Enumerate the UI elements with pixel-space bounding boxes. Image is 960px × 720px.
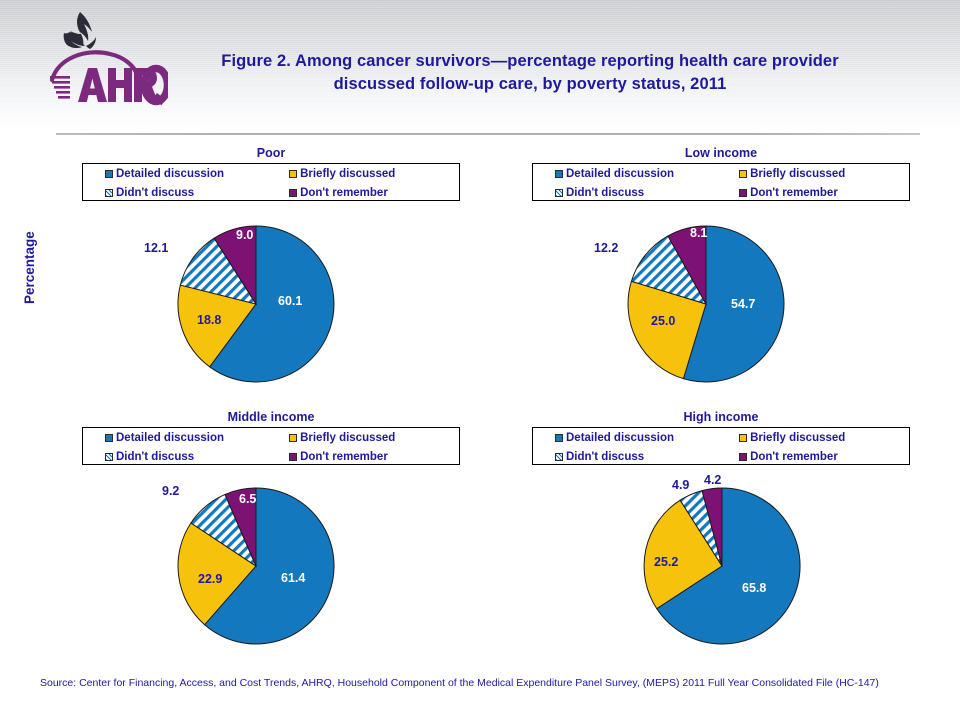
legend-label-detailed: Detailed discussion — [116, 431, 225, 444]
legend-item-didnt[interactable]: Didn't discuss — [555, 187, 739, 199]
legend-poor: Detailed discussion Briefly discussed Di… — [82, 163, 460, 201]
pie-value-didnt: 12.1 — [144, 241, 169, 255]
legend-swatch-briefly-icon — [289, 433, 298, 442]
legend-low-income: Detailed discussion Briefly discussed Di… — [532, 163, 910, 201]
legend-item-dont-remember[interactable]: Don't remember — [739, 451, 909, 463]
legend-label-dont-remember: Don't remember — [750, 186, 838, 199]
legend-item-didnt[interactable]: Didn't discuss — [555, 451, 739, 463]
pie-value-detailed: 60.1 — [278, 294, 303, 308]
legend-item-detailed[interactable]: Detailed discussion — [555, 432, 739, 444]
legend-item-briefly[interactable]: Briefly discussed — [289, 168, 459, 180]
legend-label-dont-remember: Don't remember — [300, 186, 388, 199]
legend-swatch-didnt-icon — [105, 188, 113, 197]
pie-value-briefly: 22.9 — [198, 572, 223, 586]
legend-swatch-briefly-icon — [739, 433, 748, 442]
legend-item-briefly[interactable]: Briefly discussed — [289, 432, 459, 444]
pie-high-income: 65.8 25.2 4.9 4.2 — [632, 473, 812, 656]
legend-label-didnt: Didn't discuss — [116, 186, 195, 199]
pie-value-didnt: 9.2 — [162, 484, 180, 498]
ahrq-wordmark — [50, 64, 172, 106]
legend-item-dont-remember[interactable]: Don't remember — [289, 451, 459, 463]
chart-title-poor: Poor — [256, 146, 286, 160]
legend-swatch-dont-remember-icon — [289, 452, 298, 461]
header-divider — [56, 133, 920, 135]
legend-label-dont-remember: Don't remember — [750, 450, 838, 463]
legend-item-briefly[interactable]: Briefly discussed — [739, 168, 909, 180]
legend-item-detailed[interactable]: Detailed discussion — [105, 432, 289, 444]
legend-swatch-detailed-icon — [105, 433, 113, 442]
legend-label-detailed: Detailed discussion — [566, 431, 675, 444]
pie-value-dont-remember: 6.5 — [239, 492, 257, 506]
legend-item-dont-remember[interactable]: Don't remember — [739, 187, 909, 199]
legend-item-didnt[interactable]: Didn't discuss — [105, 451, 289, 463]
chart-title-high-income: High income — [683, 410, 759, 424]
pie-value-dont-remember: 9.0 — [236, 228, 254, 242]
legend-item-didnt[interactable]: Didn't discuss — [105, 187, 289, 199]
legend-label-briefly: Briefly discussed — [750, 431, 846, 444]
legend-label-detailed: Detailed discussion — [116, 167, 225, 180]
legend-item-briefly[interactable]: Briefly discussed — [739, 432, 909, 444]
pie-value-didnt: 12.2 — [594, 241, 619, 255]
legend-label-didnt: Didn't discuss — [566, 450, 645, 463]
legend-label-didnt: Didn't discuss — [566, 186, 645, 199]
legend-swatch-briefly-icon — [289, 169, 298, 178]
pie-value-detailed: 61.4 — [281, 571, 306, 585]
legend-swatch-dont-remember-icon — [739, 188, 748, 197]
legend-swatch-dont-remember-icon — [289, 188, 298, 197]
pie-poor: 60.1 18.8 12.1 9.0 — [144, 214, 346, 394]
pie-value-didnt: 4.9 — [672, 478, 690, 492]
legend-swatch-detailed-icon — [555, 169, 563, 178]
pie-value-briefly: 25.0 — [651, 314, 676, 328]
legend-middle-income: Detailed discussion Briefly discussed Di… — [82, 427, 460, 465]
pie-value-detailed: 65.8 — [742, 581, 767, 595]
page-title: Figure 2. Among cancer survivors—percent… — [221, 52, 839, 93]
legend-swatch-detailed-icon — [555, 433, 563, 442]
chart-panel-middle-income: Middle income Detailed discussion Briefl… — [82, 410, 460, 660]
hhs-eagle-icon — [63, 12, 96, 49]
legend-item-dont-remember[interactable]: Don't remember — [289, 187, 459, 199]
legend-swatch-detailed-icon — [105, 169, 113, 178]
pie-low-income: 54.7 25.0 12.2 8.1 — [594, 214, 796, 394]
legend-swatch-didnt-icon — [555, 188, 563, 197]
pie-middle-income: 61.4 22.9 9.2 6.5 — [162, 476, 346, 656]
legend-label-dont-remember: Don't remember — [300, 450, 388, 463]
pie-value-briefly: 18.8 — [197, 313, 222, 327]
legend-swatch-didnt-icon — [555, 452, 563, 461]
legend-label-briefly: Briefly discussed — [300, 167, 396, 180]
chart-panel-low-income: Low income Detailed discussion Briefly d… — [532, 146, 910, 396]
legend-item-detailed[interactable]: Detailed discussion — [105, 168, 289, 180]
pie-value-dont-remember: 4.2 — [704, 473, 722, 487]
legend-item-detailed[interactable]: Detailed discussion — [555, 168, 739, 180]
chart-title-low-income: Low income — [684, 146, 758, 160]
source-note: Source: Center for Financing, Access, an… — [40, 677, 879, 689]
legend-swatch-didnt-icon — [105, 452, 113, 461]
legend-high-income: Detailed discussion Briefly discussed Di… — [532, 427, 910, 465]
chart-title-middle-income: Middle income — [227, 410, 315, 424]
pie-value-briefly: 25.2 — [654, 555, 679, 569]
pie-value-detailed: 54.7 — [731, 297, 756, 311]
legend-label-briefly: Briefly discussed — [750, 167, 846, 180]
legend-swatch-briefly-icon — [739, 169, 748, 178]
chart-panel-poor: Poor Detailed discussion Briefly discuss… — [82, 146, 460, 396]
y-axis-label: Percentage — [22, 231, 37, 304]
legend-label-didnt: Didn't discuss — [116, 450, 195, 463]
legend-label-briefly: Briefly discussed — [300, 431, 396, 444]
chart-panel-high-income: High income Detailed discussion Briefly … — [532, 410, 910, 660]
ahrq-logo — [42, 8, 172, 108]
pie-value-dont-remember: 8.1 — [690, 226, 708, 240]
legend-label-detailed: Detailed discussion — [566, 167, 675, 180]
legend-swatch-dont-remember-icon — [739, 452, 748, 461]
